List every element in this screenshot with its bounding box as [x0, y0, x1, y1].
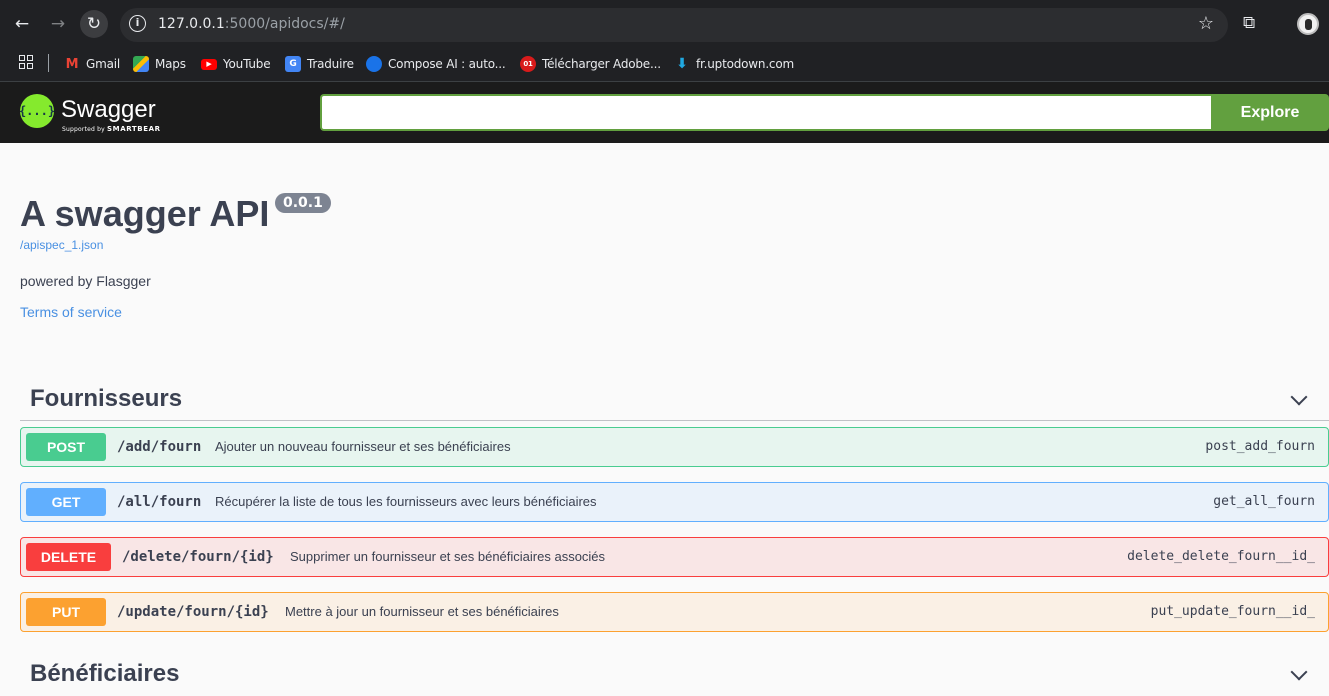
extensions-icon[interactable]: ⧉ [1243, 13, 1265, 35]
operation-path: /delete/fourn/{id} [122, 549, 274, 565]
spec-url-input[interactable] [320, 94, 1212, 131]
operation-id: delete_delete_fourn__id_ [1127, 549, 1315, 564]
swagger-supported-by: Supported by SMARTBEAR [62, 125, 161, 133]
operation-summary: Ajouter un nouveau fournisseur et ses bé… [215, 439, 511, 454]
bookmark-maps[interactable]: Maps [133, 54, 186, 74]
explore-button[interactable]: Explore [1211, 94, 1329, 131]
operation-delete-fourn[interactable]: DELETE /delete/fourn/{id} Supprimer un f… [20, 537, 1329, 577]
operation-path: /update/fourn/{id} [117, 604, 269, 620]
tag-title: Bénéficiaires [30, 660, 180, 687]
address-bar[interactable]: i 127.0.0.1:5000/apidocs/#/ ☆ [120, 8, 1228, 42]
operation-id: put_update_fourn__id_ [1150, 604, 1315, 619]
bookmark-telecharger[interactable]: 01 Télécharger Adobe... [520, 54, 661, 74]
maps-icon [133, 56, 149, 72]
method-badge: PUT [26, 598, 106, 626]
translate-icon: G [285, 56, 301, 72]
operation-summary: Mettre à jour un fournisseur et ses béné… [285, 604, 559, 619]
profile-avatar[interactable] [1297, 13, 1319, 35]
tag-title: Fournisseurs [30, 385, 183, 412]
bookmark-label: YouTube [223, 57, 271, 71]
operation-path: /all/fourn [117, 494, 202, 510]
compose-ai-icon [366, 56, 382, 72]
download-01-icon: 01 [520, 56, 536, 72]
site-info-icon[interactable]: i [129, 15, 146, 32]
bookmark-compose-ai[interactable]: Compose AI : auto... [366, 54, 506, 74]
version-badge: 0.0.1 [275, 193, 331, 213]
bookmark-label: Télécharger Adobe... [542, 57, 661, 71]
api-description: powered by Flasgger [20, 273, 151, 289]
swagger-brand[interactable]: Swagger [61, 96, 156, 124]
reload-icon[interactable]: ↻ [80, 10, 108, 38]
operation-get-all-fourn[interactable]: GET /all/fourn Récupérer la liste de tou… [20, 482, 1329, 522]
chevron-down-icon[interactable] [1290, 663, 1308, 681]
tag-beneficiaires[interactable]: Bénéficiaires [20, 650, 1329, 696]
bookmark-star-icon[interactable]: ☆ [1198, 13, 1214, 34]
spec-json-link[interactable]: /apispec_1.json [20, 238, 103, 252]
swagger-logo-icon[interactable]: {...} [19, 94, 55, 128]
back-arrow-icon[interactable]: ← [8, 10, 36, 38]
apps-grid-icon[interactable] [19, 55, 33, 69]
bookmark-label: Maps [155, 57, 186, 71]
bookmark-label: Traduire [307, 57, 354, 71]
youtube-icon: ▶ [201, 58, 217, 70]
url-text[interactable]: 127.0.0.1:5000/apidocs/#/ [158, 16, 345, 32]
uptodown-icon: ⬇ [676, 56, 688, 72]
operation-summary: Supprimer un fournisseur et ses bénéfici… [290, 549, 606, 564]
swagger-topbar: {...} Swagger Supported by SMARTBEAR Exp… [0, 82, 1329, 143]
terms-of-service-link[interactable]: Terms of service [20, 304, 122, 320]
method-badge: GET [26, 488, 106, 516]
chevron-down-icon[interactable] [1290, 388, 1308, 406]
bookmarks-separator [48, 54, 49, 72]
api-title: A swagger API [20, 193, 270, 234]
tag-fournisseurs[interactable]: Fournisseurs [20, 375, 1329, 421]
method-badge: DELETE [26, 543, 111, 571]
bookmark-label: Gmail [86, 57, 121, 71]
bookmark-label: fr.uptodown.com [696, 57, 794, 71]
forward-arrow-icon[interactable]: → [44, 10, 72, 38]
operation-path: /add/fourn [117, 439, 202, 455]
bookmark-uptodown[interactable]: ⬇ fr.uptodown.com [674, 54, 794, 74]
bookmark-label: Compose AI : auto... [388, 57, 506, 71]
browser-toolbar: ← → ↻ i 127.0.0.1:5000/apidocs/#/ ☆ ⧉ [0, 0, 1329, 48]
operation-summary: Récupérer la liste de tous les fournisse… [215, 494, 597, 509]
operation-post-add-fourn[interactable]: POST /add/fourn Ajouter un nouveau fourn… [20, 427, 1329, 467]
method-badge: POST [26, 433, 106, 461]
bookmark-gmail[interactable]: M Gmail [64, 54, 121, 74]
operation-put-update-fourn[interactable]: PUT /update/fourn/{id} Mettre à jour un … [20, 592, 1329, 632]
operation-id: get_all_fourn [1213, 494, 1315, 509]
operation-id: post_add_fourn [1205, 439, 1315, 454]
gmail-icon: M [65, 56, 79, 72]
bookmark-translate[interactable]: G Traduire [285, 54, 354, 74]
bookmarks-bar: M Gmail Maps ▶ YouTube G Traduire Compos… [0, 48, 1329, 82]
bookmark-youtube[interactable]: ▶ YouTube [201, 54, 271, 74]
